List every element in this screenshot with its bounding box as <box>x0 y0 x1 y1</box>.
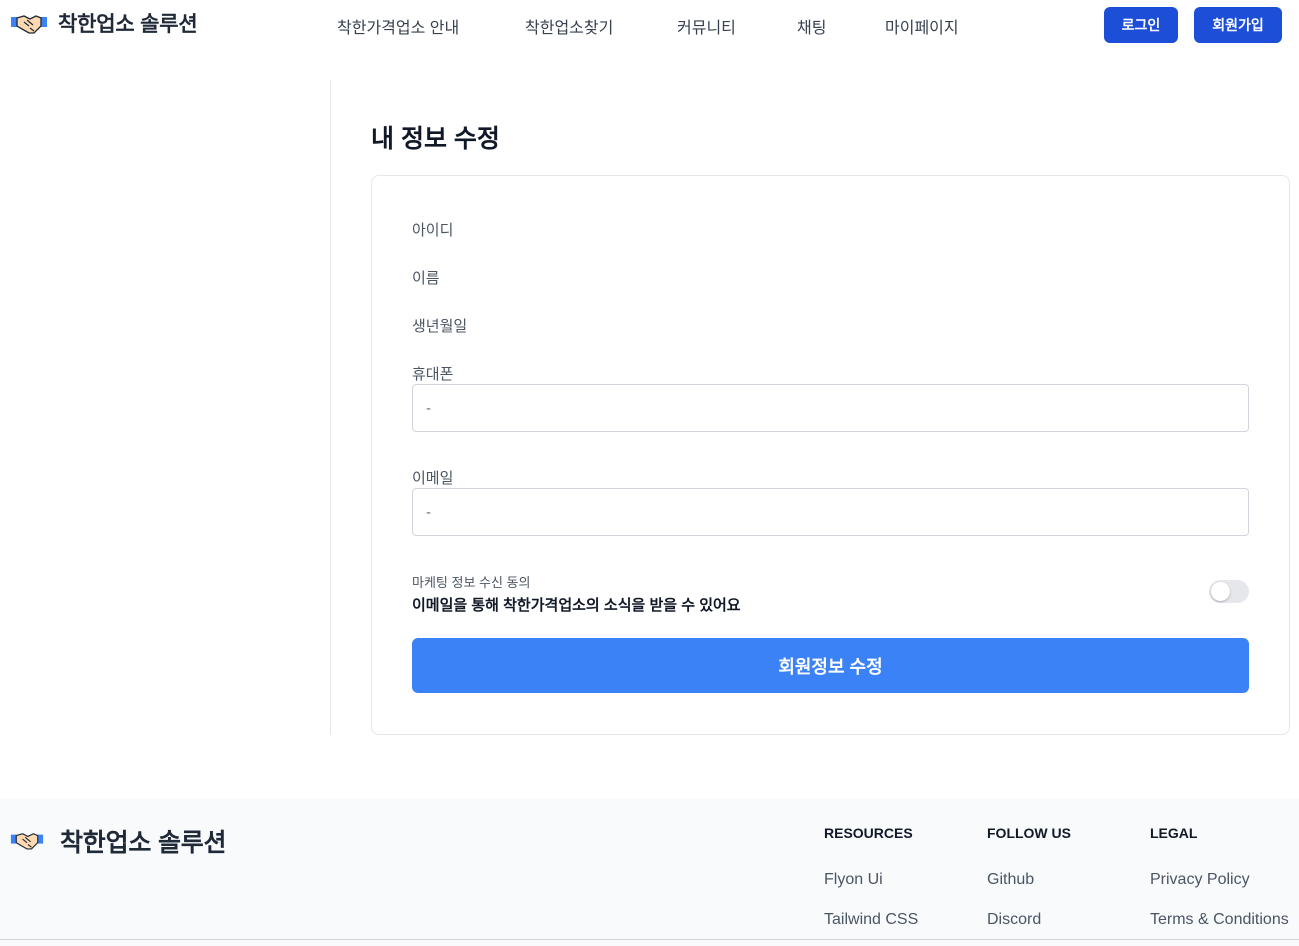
nav-price-guide[interactable]: 착한가격업소 안내 <box>337 14 459 38</box>
update-profile-button[interactable]: 회원정보 수정 <box>412 638 1249 693</box>
brand-logo[interactable]: 착한업소 솔루션 <box>10 8 198 38</box>
signup-button[interactable]: 회원가입 <box>1194 7 1282 43</box>
handshake-icon <box>10 8 48 38</box>
id-label: 아이디 <box>412 222 454 239</box>
marketing-consent-toggle[interactable] <box>1209 580 1249 603</box>
marketing-consent-description: 이메일을 통해 착한가격업소의 소식을 받을 수 있어요 <box>412 597 741 614</box>
brand-title: 착한업소 솔루션 <box>58 13 198 36</box>
sidebar-divider <box>330 80 331 735</box>
footer <box>0 799 1299 946</box>
phone-label: 휴대폰 <box>412 366 454 383</box>
login-button[interactable]: 로그인 <box>1104 7 1178 43</box>
footer-brand[interactable]: 착한업소 솔루션 <box>10 823 227 859</box>
email-placeholder: - <box>426 503 431 521</box>
email-field[interactable]: - <box>412 488 1249 536</box>
nav-community[interactable]: 커뮤니티 <box>677 14 736 38</box>
page-title: 내 정보 수정 <box>371 125 500 153</box>
nav-mypage[interactable]: 마이페이지 <box>885 14 959 38</box>
footer-link-privacy-policy[interactable]: Privacy Policy <box>1150 871 1250 889</box>
footer-heading-legal: LEGAL <box>1150 825 1198 841</box>
phone-field[interactable]: - <box>412 384 1249 432</box>
phone-placeholder: - <box>426 399 431 417</box>
email-label: 이메일 <box>412 470 454 487</box>
footer-heading-follow-us: FOLLOW US <box>987 825 1071 841</box>
footer-link-flyon-ui[interactable]: Flyon Ui <box>824 871 883 889</box>
name-label: 이름 <box>412 270 440 287</box>
footer-link-terms-conditions[interactable]: Terms & Conditions <box>1150 911 1289 929</box>
marketing-consent-label: 마케팅 정보 수신 동의 <box>412 575 531 590</box>
nav-find-stores[interactable]: 착한업소찾기 <box>525 14 613 38</box>
footer-divider <box>0 939 1299 940</box>
footer-link-github[interactable]: Github <box>987 871 1034 889</box>
footer-heading-resources: RESOURCES <box>824 825 913 841</box>
footer-link-tailwind-css[interactable]: Tailwind CSS <box>824 911 918 929</box>
handshake-icon <box>10 826 48 856</box>
birthdate-label: 생년월일 <box>412 318 468 335</box>
nav-chat[interactable]: 채팅 <box>797 14 826 38</box>
toggle-knob <box>1211 582 1230 601</box>
top-header: 착한업소 솔루션 착한가격업소 안내 착한업소찾기 커뮤니티 채팅 마이페이지 … <box>0 0 1299 50</box>
footer-link-discord[interactable]: Discord <box>987 911 1041 929</box>
footer-brand-title: 착한업소 솔루션 <box>60 829 227 857</box>
